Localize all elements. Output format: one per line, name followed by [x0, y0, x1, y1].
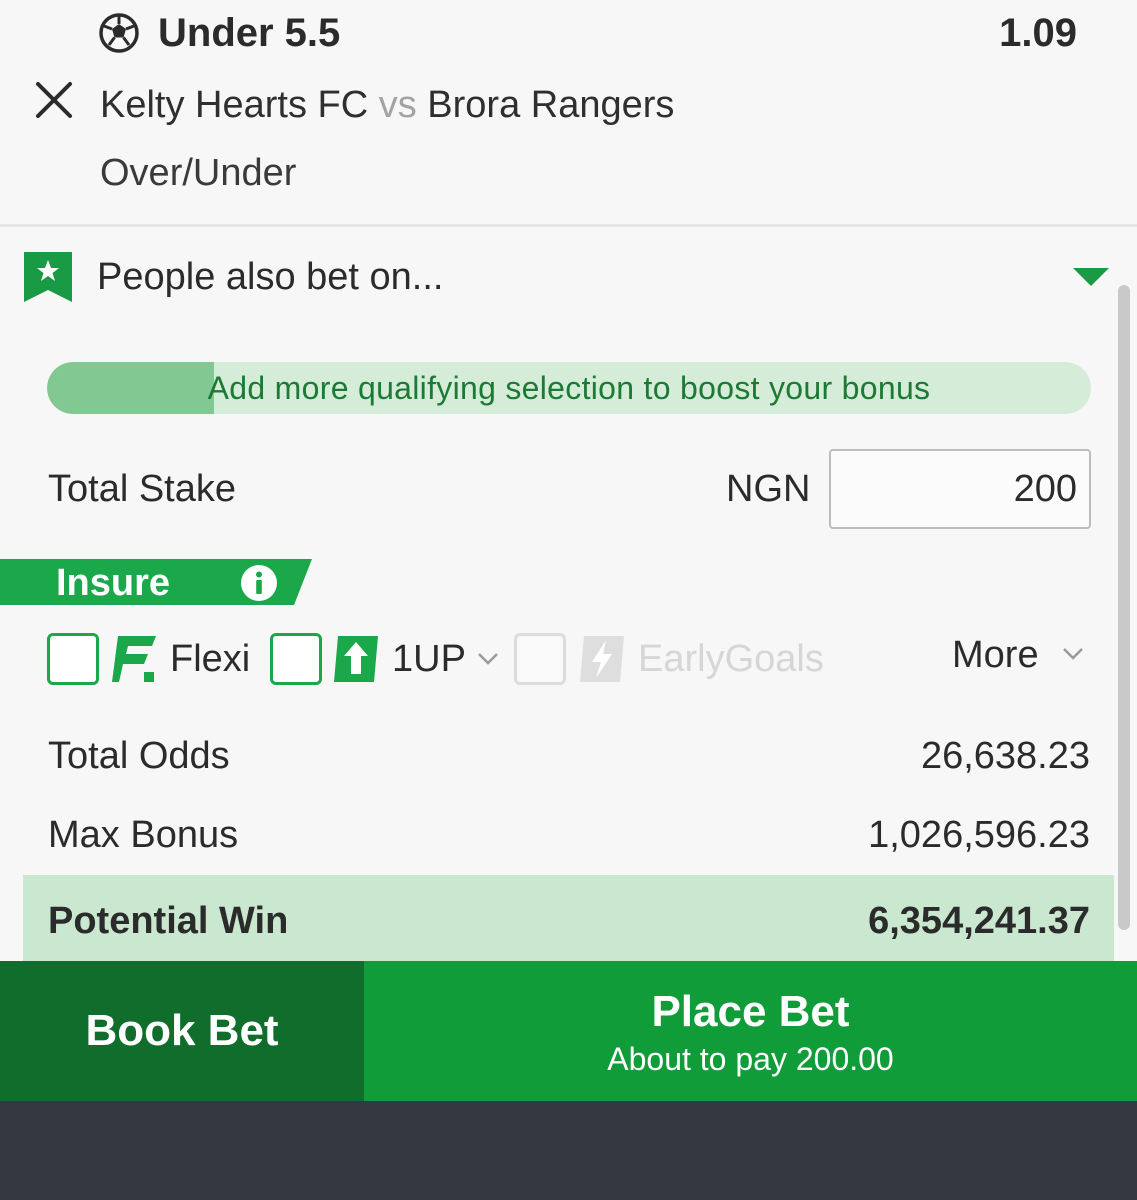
- caret-down-icon[interactable]: [1073, 268, 1109, 286]
- betslip-panel: Under 5.5 1.09 Kelty Hearts FC vs Brora …: [0, 0, 1137, 1200]
- earlygoals-checkbox[interactable]: [514, 633, 566, 685]
- selection-odds: 1.09: [999, 11, 1077, 55]
- flexi-label[interactable]: Flexi: [170, 636, 250, 682]
- place-bet-label: Place Bet: [651, 987, 850, 1036]
- lightning-icon: [580, 636, 624, 682]
- bet-selection: Under 5.5 1.09 Kelty Hearts FC vs Brora …: [0, 0, 1137, 224]
- place-bet-button[interactable]: Place Bet About to pay 200.00: [364, 961, 1137, 1101]
- bonus-message: Add more qualifying selection to boost y…: [207, 370, 931, 406]
- soccer-ball-icon: [99, 13, 139, 53]
- chevron-down-icon[interactable]: [477, 652, 499, 666]
- market-name: Over/Under: [100, 152, 297, 194]
- bottom-bar: [0, 1101, 1137, 1200]
- currency-label: NGN: [726, 468, 811, 510]
- match-name: Kelty Hearts FC vs Brora Rangers: [100, 82, 674, 128]
- earlygoals-label[interactable]: EarlyGoals: [638, 636, 824, 682]
- chevron-down-icon[interactable]: [1062, 647, 1084, 661]
- stake-input[interactable]: [829, 449, 1091, 529]
- close-icon[interactable]: [30, 76, 78, 124]
- bonus-progress-bar: Add more qualifying selection to boost y…: [47, 362, 1091, 414]
- home-team: Kelty Hearts FC: [100, 84, 369, 126]
- flexi-icon: [112, 636, 156, 682]
- place-bet-amount: About to pay 200.00: [607, 1041, 894, 1077]
- divider: [0, 224, 1137, 227]
- more-options-label[interactable]: More: [952, 632, 1039, 678]
- away-team: Brora Rangers: [427, 84, 675, 126]
- total-odds-label: Total Odds: [48, 735, 230, 777]
- 1up-icon: [334, 636, 378, 682]
- 1up-checkbox[interactable]: [270, 633, 322, 685]
- max-bonus-value: 1,026,596.23: [868, 814, 1090, 856]
- potential-win-value: 6,354,241.37: [868, 900, 1090, 942]
- book-bet-button[interactable]: Book Bet: [0, 961, 364, 1101]
- total-odds-value: 26,638.23: [920, 735, 1090, 777]
- bookmark-star-icon: [24, 252, 72, 302]
- total-stake-label: Total Stake: [48, 468, 236, 510]
- insure-label: Insure: [56, 562, 171, 604]
- flexi-checkbox[interactable]: [47, 633, 99, 685]
- selection-pick: Under 5.5: [158, 11, 341, 55]
- people-also-bet-title[interactable]: People also bet on...: [97, 254, 443, 300]
- info-icon[interactable]: [240, 564, 278, 602]
- max-bonus-label: Max Bonus: [48, 814, 239, 856]
- scrollbar[interactable]: [1118, 285, 1130, 930]
- potential-win-label: Potential Win: [48, 900, 289, 942]
- 1up-label[interactable]: 1UP: [392, 636, 466, 682]
- vs-label: vs: [378, 84, 417, 126]
